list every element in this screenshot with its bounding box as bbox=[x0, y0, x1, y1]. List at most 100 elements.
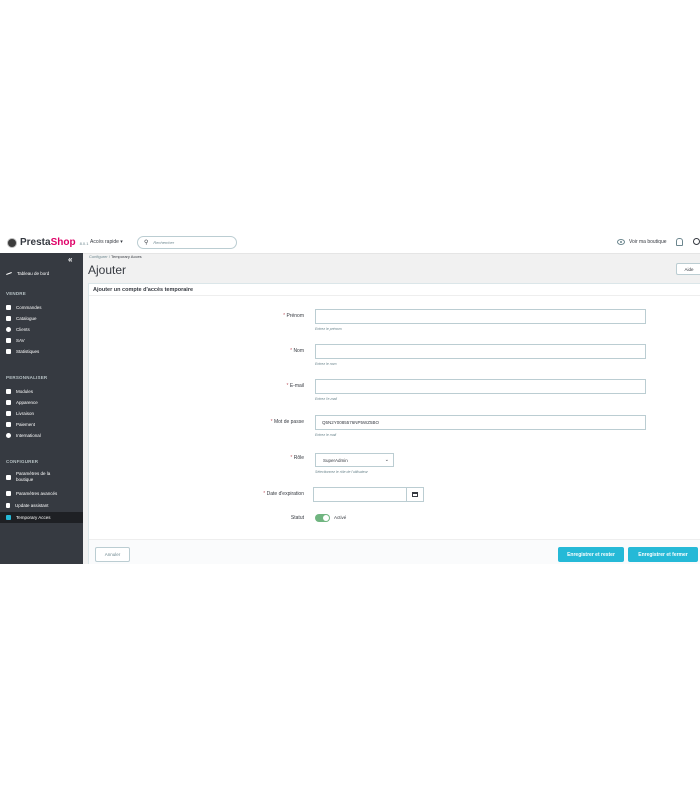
firstname-label: * Prénom bbox=[184, 313, 304, 319]
sidebar-item-label: Paiement bbox=[16, 422, 36, 427]
chat-icon bbox=[6, 338, 11, 343]
calendar-button[interactable] bbox=[407, 487, 424, 502]
sidebar-item-temporary-access[interactable]: Temporary Acces bbox=[0, 512, 83, 523]
save-and-close-button[interactable]: Enregistrer et fermer bbox=[628, 547, 698, 562]
account-circle-icon bbox=[6, 327, 11, 332]
email-field[interactable] bbox=[315, 379, 646, 394]
search-icon: ⚲ bbox=[144, 240, 149, 246]
sidebar-item-label: Statistiques bbox=[16, 349, 40, 354]
chevron-down-icon: ⌄ bbox=[384, 457, 389, 463]
truck-icon bbox=[6, 411, 11, 416]
monitor-icon bbox=[6, 400, 11, 405]
sidebar-item-label: Paramètres avancés bbox=[16, 491, 58, 496]
sidebar-item-label: Clients bbox=[16, 327, 30, 332]
section-configure: CONFIGURER bbox=[6, 459, 39, 464]
help-button[interactable]: Aide bbox=[676, 263, 700, 275]
section-customize: PERSONNALISER bbox=[6, 375, 48, 380]
password-input[interactable]: Q5N2Y0085576NP5WZ5BO bbox=[315, 415, 646, 430]
version-label: 8.0.1 bbox=[79, 241, 89, 246]
required-mark: * bbox=[290, 455, 293, 461]
sidebar-item-update-assistant[interactable]: Update assistant bbox=[0, 500, 83, 511]
role-label: * Rôle bbox=[184, 455, 304, 461]
sidebar-item-label: SAV bbox=[16, 338, 25, 343]
email-label: * E-mail bbox=[184, 383, 304, 389]
quick-access-dropdown[interactable]: Accès rapide ▾ bbox=[90, 239, 123, 245]
status-value: Activé bbox=[334, 515, 347, 520]
required-mark: * bbox=[270, 419, 273, 425]
status-toggle[interactable] bbox=[315, 514, 330, 522]
sidebar-item-international[interactable]: International bbox=[0, 430, 83, 441]
lastname-label-text: Nom bbox=[293, 348, 304, 354]
arrow-up-icon bbox=[6, 503, 10, 508]
required-mark: * bbox=[283, 313, 286, 319]
firstname-hint: Entrez le prénom bbox=[315, 327, 342, 331]
form-footer: Annuler Enregistrer et rester Enregistre… bbox=[89, 539, 700, 564]
sidebar-item-payment[interactable]: Paiement bbox=[0, 419, 83, 430]
sidebar-item-label: Modules bbox=[16, 389, 34, 394]
page-title: Ajouter bbox=[88, 263, 127, 277]
firstname-input[interactable] bbox=[315, 309, 646, 324]
collapse-sidebar-icon[interactable]: « bbox=[68, 255, 72, 264]
sidebar-item-shop-parameters[interactable]: Paramètres de la boutique bbox=[0, 469, 83, 485]
view-shop-label: Voir ma boutique bbox=[629, 239, 667, 245]
top-header: PrestaShop 8.0.1 Accès rapide ▾ ⚲ Recher… bbox=[0, 233, 700, 254]
account-icon[interactable] bbox=[693, 238, 700, 245]
status-label: Statut bbox=[290, 515, 304, 521]
password-label-text: Mot de passe bbox=[273, 419, 304, 425]
store-icon bbox=[6, 316, 11, 321]
prestashop-logo-icon bbox=[7, 237, 17, 248]
sidebar-item-modules[interactable]: Modules bbox=[0, 386, 83, 397]
sidebar-item-catalog[interactable]: Catalogue bbox=[0, 313, 83, 324]
required-mark: * bbox=[263, 491, 266, 497]
sidebar-item-label: Commandes bbox=[16, 305, 42, 310]
logo-text: PrestaShop bbox=[20, 237, 76, 248]
sidebar-item-shipping[interactable]: Livraison bbox=[0, 408, 83, 419]
role-select[interactable]: SuperAdmin ⌄ bbox=[315, 453, 394, 467]
sidebar-item-statistics[interactable]: Statistiques bbox=[0, 346, 83, 357]
sidebar-item-appearance[interactable]: Apparence bbox=[0, 397, 83, 408]
lastname-label: * Nom bbox=[184, 348, 304, 354]
breadcrumb-parent[interactable]: Configurer bbox=[89, 254, 108, 259]
password-hint: Entrez le mail bbox=[315, 433, 337, 437]
sidebar-item-label-line1: Paramètres de la bbox=[16, 471, 51, 476]
lastname-input[interactable] bbox=[315, 344, 646, 359]
sidebar-item-advanced-parameters[interactable]: Paramètres avancés bbox=[0, 488, 83, 499]
required-mark: * bbox=[290, 348, 293, 354]
cancel-button[interactable]: Annuler bbox=[95, 547, 130, 562]
search-input[interactable]: ⚲ Rechercher bbox=[137, 236, 237, 249]
breadcrumb-current: Temporary Acces bbox=[110, 254, 142, 259]
chart-icon bbox=[6, 349, 11, 354]
sidebar-item-orders[interactable]: Commandes bbox=[0, 302, 83, 313]
role-label-text: Rôle bbox=[293, 455, 304, 461]
sidebar-item-clients[interactable]: Clients bbox=[0, 324, 83, 335]
sidebar-item-label: Catalogue bbox=[16, 316, 37, 321]
form-heading: Ajouter un compte d'accès temporaire bbox=[89, 284, 700, 296]
expiration-date-input[interactable] bbox=[313, 487, 407, 502]
settings-icon bbox=[6, 474, 11, 480]
puzzle-icon bbox=[6, 389, 11, 394]
email-label-text: E-mail bbox=[289, 383, 304, 389]
search-placeholder: Rechercher bbox=[153, 240, 175, 245]
prestashop-logo[interactable]: PrestaShop 8.0.1 bbox=[7, 237, 88, 248]
eye-icon bbox=[617, 239, 625, 245]
expiration-label-text: Date d'expiration bbox=[266, 491, 304, 497]
view-shop-link[interactable]: Voir ma boutique bbox=[617, 239, 667, 245]
sidebar-item-label: Livraison bbox=[16, 411, 35, 416]
app-window: PrestaShop 8.0.1 Accès rapide ▾ ⚲ Recher… bbox=[0, 233, 700, 564]
sidebar-item-label: Update assistant bbox=[15, 503, 49, 508]
settings-applications-icon bbox=[6, 491, 11, 496]
email-hint: Entrez l'e-mail bbox=[315, 397, 338, 401]
notifications-bell-icon[interactable] bbox=[676, 238, 683, 246]
sidebar-item-label: International bbox=[16, 433, 41, 438]
save-and-stay-button[interactable]: Enregistrer et rester bbox=[558, 547, 624, 562]
expiration-label: * Date d'expiration bbox=[184, 491, 304, 497]
cart-icon bbox=[6, 305, 11, 310]
sidebar-item-dashboard[interactable]: Tableau de bord bbox=[0, 268, 83, 279]
sidebar-item-label: Temporary Acces bbox=[16, 515, 51, 520]
required-mark: * bbox=[286, 383, 289, 389]
globe-icon bbox=[6, 433, 11, 438]
sidebar-item-label-line2: boutique bbox=[16, 477, 34, 482]
extension-icon bbox=[6, 515, 11, 520]
sidebar-item-sav[interactable]: SAV bbox=[0, 335, 83, 346]
password-label: * Mot de passe bbox=[184, 419, 304, 425]
